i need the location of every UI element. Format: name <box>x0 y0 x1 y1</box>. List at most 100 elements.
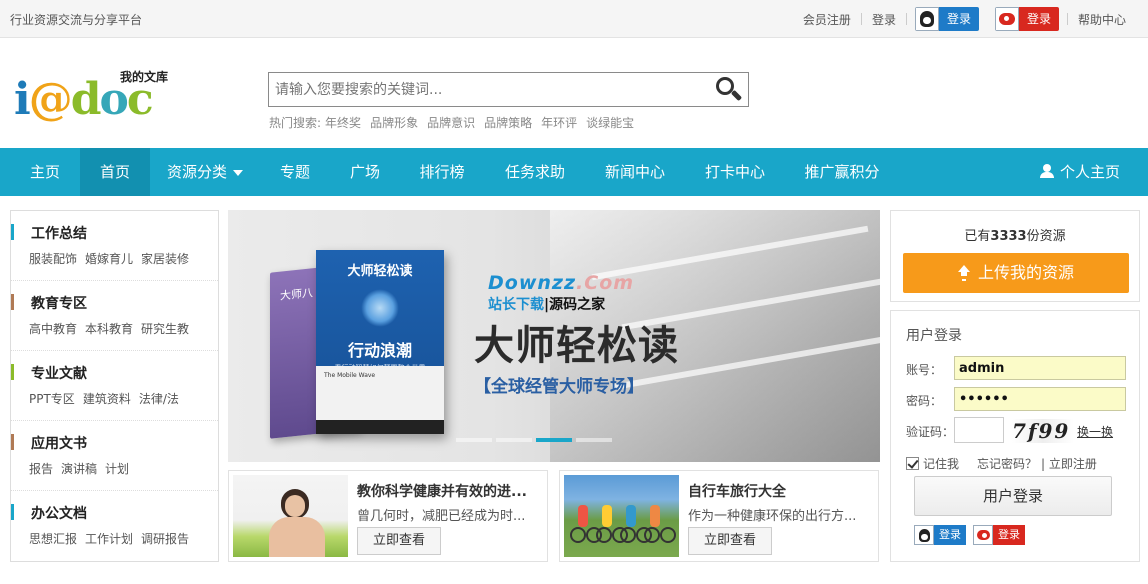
nav-item-profile[interactable]: 个人主页 <box>1026 148 1134 196</box>
captcha-input[interactable] <box>954 417 1004 443</box>
refresh-captcha-link[interactable]: 换一换 <box>1077 423 1113 440</box>
category-links: 思想汇报 工作计划 调研报告 <box>29 530 197 547</box>
nav-item-home[interactable]: 首页 <box>80 148 150 196</box>
category-title[interactable]: 教育专区 <box>31 293 87 313</box>
category-link[interactable]: 调研报告 <box>141 530 189 547</box>
nav-item-news[interactable]: 新闻中心 <box>590 148 680 196</box>
hot-search-term[interactable]: 谈绿能宝 <box>586 114 634 131</box>
category-accent <box>11 434 14 450</box>
category-link[interactable]: 高中教育 <box>29 320 77 337</box>
nav-item-checkin[interactable]: 打卡中心 <box>690 148 780 196</box>
search-input[interactable] <box>269 73 709 106</box>
category-title[interactable]: 工作总结 <box>31 223 87 243</box>
category-link[interactable]: 研究生教 <box>141 320 189 337</box>
captcha-image[interactable]: 7f99 <box>1012 419 1074 443</box>
divider <box>905 13 907 25</box>
upload-button-label: 上传我的资源 <box>977 263 1074 282</box>
card-title[interactable]: 教你科学健康并有效的进... <box>357 481 527 501</box>
promo-banner[interactable]: 大师八 大师轻松读 行动浪潮 看行动智慧如何颠覆整个世界 The Mobile … <box>228 210 880 462</box>
category-block: 工作总结 服装配饰 婚嫁育儿 家居装修 <box>11 211 218 281</box>
nav-item-categories[interactable]: 资源分类 <box>150 148 260 196</box>
category-link[interactable]: 建筑资料 <box>83 390 131 407</box>
card-title[interactable]: 自行车旅行大全 <box>688 481 786 501</box>
nav-item-home-main[interactable]: 主页 <box>10 148 80 196</box>
qq-login-button[interactable]: 登录 <box>914 525 966 545</box>
login-panel: 用户登录 账号： 密码： 验证码： 7f99 换一换 记住我 忘记密码？ | 立… <box>890 310 1140 562</box>
nav-item-square[interactable]: 广场 <box>332 148 398 196</box>
category-link[interactable]: 服装配饰 <box>29 250 77 267</box>
category-title[interactable]: 应用文书 <box>31 433 87 453</box>
category-title[interactable]: 专业文献 <box>31 363 87 383</box>
category-links: 报告 演讲稿 计划 <box>29 460 137 477</box>
upload-button[interactable]: 上传我的资源 <box>903 253 1129 293</box>
login-submit-button[interactable]: 用户登录 <box>914 476 1112 516</box>
password-field[interactable] <box>954 387 1126 411</box>
category-link[interactable]: 本科教育 <box>85 320 133 337</box>
resource-count-value: 3333 <box>990 229 1027 244</box>
site-logo[interactable]: 我的文库 i@doc <box>14 68 174 125</box>
category-link[interactable]: 婚嫁育儿 <box>85 250 133 267</box>
category-link[interactable]: 计划 <box>105 460 129 477</box>
qq-login-label: 登录 <box>934 525 966 545</box>
banner-headline: 大师轻松读 <box>474 323 679 369</box>
view-now-button[interactable]: 立即查看 <box>357 527 441 555</box>
nav-item-label: 资源分类 <box>166 163 227 181</box>
category-link[interactable]: 思想汇报 <box>29 530 77 547</box>
weibo-login-label: 登录 <box>1018 7 1059 31</box>
cyclists-photo[interactable] <box>564 475 679 557</box>
category-links: 高中教育 本科教育 研究生教 <box>29 320 197 337</box>
login-link[interactable]: 登录 <box>862 11 906 28</box>
help-link[interactable]: 帮助中心 <box>1068 11 1136 28</box>
top-bar: 行业资源交流与分享平台 会员注册 登录 登录 登录 帮助中心 <box>0 0 1148 38</box>
category-link[interactable]: 法律/法 <box>139 390 179 407</box>
nav-item-rankings[interactable]: 排行榜 <box>402 148 482 196</box>
search-button[interactable] <box>714 75 744 105</box>
hot-search-term[interactable]: 品牌意识 <box>427 114 475 131</box>
forgot-password-link[interactable]: 忘记密码？ <box>977 455 1037 472</box>
woman-fitness-photo[interactable] <box>233 475 348 557</box>
category-block: 专业文献 PPT专区 建筑资料 法律/法 <box>11 351 218 421</box>
chevron-down-icon <box>233 169 243 176</box>
weibo-icon <box>994 7 1019 31</box>
category-link[interactable]: 工作计划 <box>85 530 133 547</box>
category-link[interactable]: 报告 <box>29 460 53 477</box>
view-now-button[interactable]: 立即查看 <box>688 527 772 555</box>
card-desc: 作为一种健康环保的出行方... <box>688 509 857 524</box>
remember-checkbox[interactable] <box>906 457 919 470</box>
slide-dot[interactable] <box>496 438 532 442</box>
slide-dot[interactable] <box>456 438 492 442</box>
hot-search-term[interactable]: 年终奖 <box>325 114 361 131</box>
login-title: 用户登录 <box>906 328 962 344</box>
account-label: 账号： <box>906 363 943 377</box>
nav-item-promotion[interactable]: 推广赢积分 <box>792 148 892 196</box>
top-links: 会员注册 登录 登录 登录 帮助中心 <box>793 7 1136 31</box>
qq-icon <box>914 525 934 545</box>
hot-search-term[interactable]: 品牌策略 <box>484 114 532 131</box>
category-sidebar: 工作总结 服装配饰 婚嫁育儿 家居装修 教育专区 高中教育 本科教育 研究生教 … <box>10 210 219 562</box>
logo-mark: i@doc <box>14 74 154 125</box>
category-link[interactable]: PPT专区 <box>29 390 75 407</box>
main-nav: 主页 首页 资源分类 专题 广场 排行榜 任务求助 新闻中心 打卡中心 推广赢积… <box>0 148 1148 196</box>
category-title[interactable]: 办公文档 <box>31 503 87 523</box>
site-slogan: 行业资源交流与分享平台 <box>10 13 143 27</box>
account-field[interactable] <box>954 356 1126 380</box>
slide-dot-active[interactable] <box>536 438 572 442</box>
weibo-login-button[interactable]: 登录 <box>994 7 1059 31</box>
card-desc: 曾几何时，减肥已经成为时... <box>357 509 526 524</box>
password-label: 密码： <box>906 394 943 408</box>
watermark-cn: 站长下载|源码之家 <box>488 297 606 313</box>
hot-search-term[interactable]: 品牌形象 <box>370 114 418 131</box>
hot-search-term[interactable]: 年环评 <box>541 114 577 131</box>
remember-label[interactable]: 记住我 <box>923 455 959 472</box>
register-link[interactable]: 会员注册 <box>793 11 861 28</box>
register-now-link[interactable]: | 立即注册 <box>1041 455 1097 472</box>
category-link[interactable]: 家居装修 <box>141 250 189 267</box>
category-link[interactable]: 演讲稿 <box>61 460 97 477</box>
slide-dot[interactable] <box>576 438 612 442</box>
category-accent <box>11 294 14 310</box>
category-links: 服装配饰 婚嫁育儿 家居装修 <box>29 250 197 267</box>
nav-item-topics[interactable]: 专题 <box>262 148 328 196</box>
qq-login-button[interactable]: 登录 <box>914 7 979 31</box>
nav-item-tasks[interactable]: 任务求助 <box>490 148 580 196</box>
weibo-login-button[interactable]: 登录 <box>973 525 1025 545</box>
